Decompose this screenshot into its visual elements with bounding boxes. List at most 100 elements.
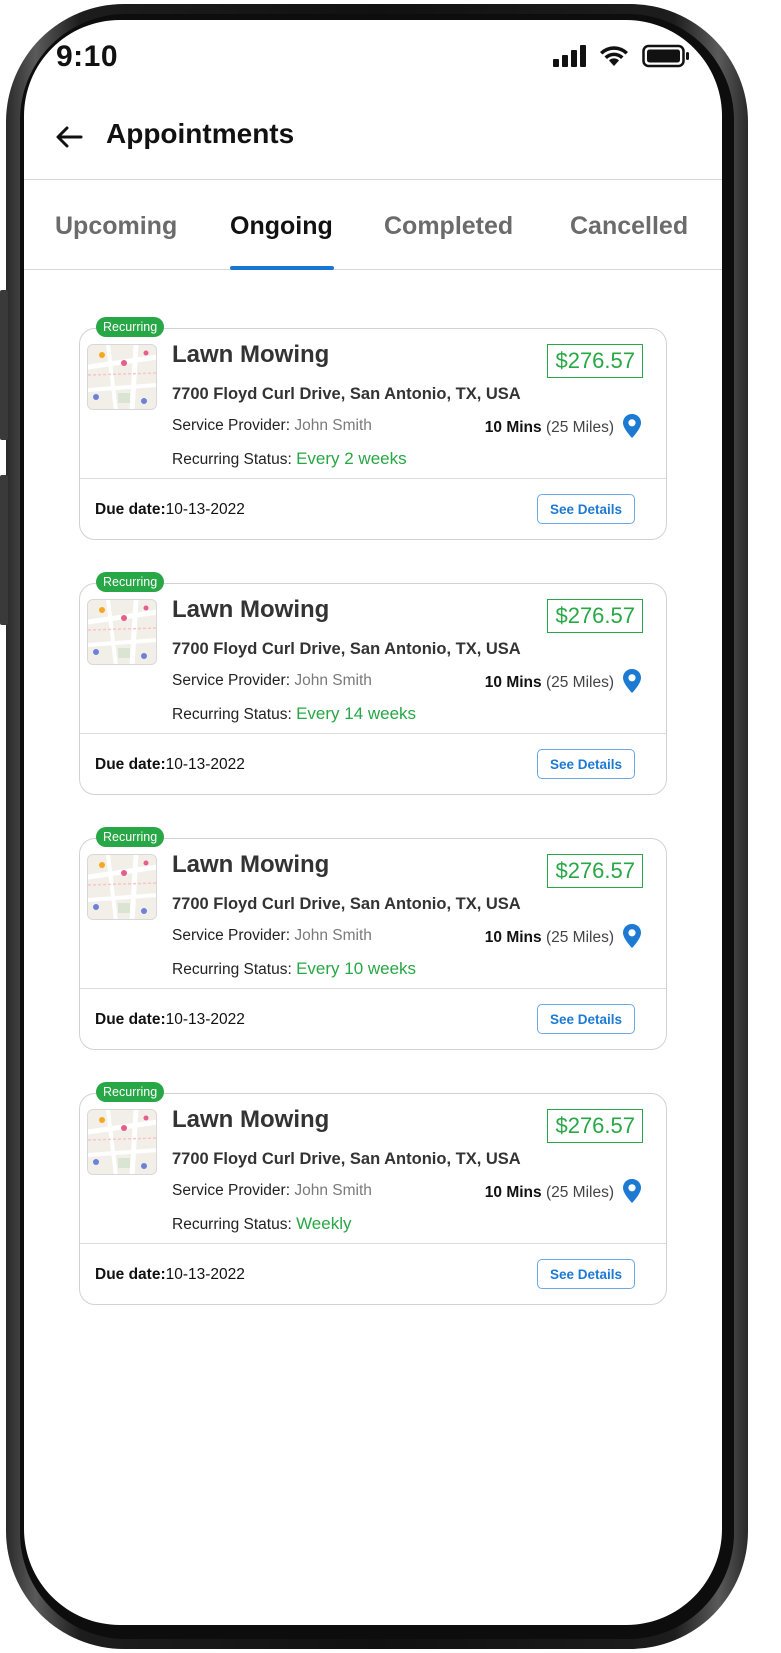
due-date-value: 10-13-2022: [165, 1266, 245, 1283]
service-provider: Service Provider: John Smith: [172, 927, 372, 945]
map-icon: [88, 600, 156, 664]
signal-icon: [553, 45, 586, 67]
due-date-label: Due date:: [95, 756, 166, 773]
due-date-value: 10-13-2022: [165, 1011, 245, 1028]
map-thumbnail: [87, 1109, 157, 1175]
tab-upcoming[interactable]: Upcoming: [55, 212, 177, 241]
price-tag: $276.57: [547, 599, 643, 633]
screen: 9:10 Appointments Upcoming Ongoing Compl…: [24, 20, 722, 1625]
distance-time: 10 Mins: [484, 674, 542, 691]
due-date-value: 10-13-2022: [165, 756, 245, 773]
location-pin-icon[interactable]: [622, 413, 642, 439]
due-date-label: Due date:: [95, 1011, 166, 1028]
map-thumbnail: [87, 599, 157, 665]
card-divider: [80, 733, 666, 734]
service-name: Lawn Mowing: [172, 596, 330, 623]
service-name: Lawn Mowing: [172, 1106, 330, 1133]
active-tab-indicator: [230, 266, 334, 270]
tab-cancelled[interactable]: Cancelled: [570, 212, 688, 241]
provider-label: Service Provider:: [172, 417, 291, 434]
due-date: Due date:10-13-2022: [95, 1266, 245, 1284]
location-pin-icon[interactable]: [622, 668, 642, 694]
page-title: Appointments: [106, 118, 295, 149]
volume-button: [0, 290, 8, 440]
location-pin-icon[interactable]: [622, 1178, 642, 1204]
recurring-badge: Recurring: [96, 1082, 165, 1102]
appointment-card: Recurring Lawn Mowing $276.57 7700 Floyd…: [79, 317, 667, 540]
map-icon: [88, 855, 156, 919]
distance-info: 10 Mins (25 Miles): [485, 929, 614, 947]
price-tag: $276.57: [547, 344, 643, 378]
recurring-status: Recurring Status: Every 14 weeks: [172, 704, 416, 724]
tab-bar: Upcoming Ongoing Completed Cancelled: [24, 180, 722, 270]
service-address: 7700 Floyd Curl Drive, San Antonio, TX, …: [172, 385, 521, 403]
price-tag: $276.57: [547, 1109, 643, 1143]
recurring-badge: Recurring: [96, 827, 165, 847]
status-bar: 9:10: [24, 20, 722, 100]
service-name: Lawn Mowing: [172, 851, 330, 878]
service-address: 7700 Floyd Curl Drive, San Antonio, TX, …: [172, 895, 521, 913]
service-provider: Service Provider: John Smith: [172, 672, 372, 690]
price-tag: $276.57: [547, 854, 643, 888]
distance-info: 10 Mins (25 Miles): [485, 1184, 614, 1202]
recurring-status-value: Every 10 weeks: [296, 959, 417, 978]
due-date-value: 10-13-2022: [165, 501, 245, 518]
due-date: Due date:10-13-2022: [95, 1011, 245, 1029]
map-icon: [88, 1110, 156, 1174]
see-details-button[interactable]: See Details: [537, 1259, 635, 1289]
service-name: Lawn Mowing: [172, 341, 330, 368]
wifi-icon: [600, 46, 628, 66]
recurring-status-value: Every 14 weeks: [296, 704, 417, 723]
location-pin-icon[interactable]: [622, 923, 642, 949]
recurring-status: Recurring Status: Every 10 weeks: [172, 959, 416, 979]
recurring-status-label: Recurring Status:: [172, 961, 292, 978]
distance-miles: (25 Miles): [545, 929, 614, 946]
recurring-status-label: Recurring Status:: [172, 1216, 292, 1233]
due-date: Due date:10-13-2022: [95, 756, 245, 774]
map-icon: [88, 345, 156, 409]
service-address: 7700 Floyd Curl Drive, San Antonio, TX, …: [172, 1150, 521, 1168]
card-divider: [80, 1243, 666, 1244]
status-icons: [553, 44, 690, 68]
provider-label: Service Provider:: [172, 1182, 291, 1199]
appointment-card: Recurring Lawn Mowing $276.57 7700 Floyd…: [79, 827, 667, 1050]
tab-ongoing[interactable]: Ongoing: [230, 212, 333, 241]
due-date-label: Due date:: [95, 501, 166, 518]
service-provider: Service Provider: John Smith: [172, 1182, 372, 1200]
distance-miles: (25 Miles): [545, 419, 614, 436]
due-date-label: Due date:: [95, 1266, 166, 1283]
provider-label: Service Provider:: [172, 672, 291, 689]
distance-time: 10 Mins: [484, 1184, 542, 1201]
distance-miles: (25 Miles): [545, 674, 614, 691]
distance-info: 10 Mins (25 Miles): [485, 419, 614, 437]
map-thumbnail: [87, 344, 157, 410]
service-address: 7700 Floyd Curl Drive, San Antonio, TX, …: [172, 640, 521, 658]
see-details-button[interactable]: See Details: [537, 494, 635, 524]
app-header: Appointments: [24, 110, 722, 180]
provider-name: John Smith: [294, 927, 372, 944]
card-divider: [80, 478, 666, 479]
recurring-badge: Recurring: [96, 317, 165, 337]
see-details-button[interactable]: See Details: [537, 749, 635, 779]
distance-time: 10 Mins: [484, 419, 542, 436]
recurring-status: Recurring Status: Every 2 weeks: [172, 449, 407, 469]
provider-name: John Smith: [294, 1182, 372, 1199]
appointment-card: Recurring Lawn Mowing $276.57 7700 Floyd…: [79, 572, 667, 795]
due-date: Due date:10-13-2022: [95, 501, 245, 519]
distance-info: 10 Mins (25 Miles): [485, 674, 614, 692]
distance-time: 10 Mins: [484, 929, 542, 946]
appointment-card: Recurring Lawn Mowing $276.57 7700 Floyd…: [79, 1082, 667, 1305]
recurring-status: Recurring Status: Weekly: [172, 1214, 352, 1234]
recurring-status-value: Weekly: [296, 1214, 352, 1233]
see-details-button[interactable]: See Details: [537, 1004, 635, 1034]
provider-name: John Smith: [294, 417, 372, 434]
tab-completed[interactable]: Completed: [384, 212, 513, 241]
arrow-left-icon[interactable]: [54, 122, 84, 152]
provider-name: John Smith: [294, 672, 372, 689]
distance-miles: (25 Miles): [545, 1184, 614, 1201]
service-provider: Service Provider: John Smith: [172, 417, 372, 435]
recurring-status-label: Recurring Status:: [172, 706, 292, 723]
status-time: 9:10: [56, 40, 119, 73]
card-divider: [80, 988, 666, 989]
recurring-badge: Recurring: [96, 572, 165, 592]
